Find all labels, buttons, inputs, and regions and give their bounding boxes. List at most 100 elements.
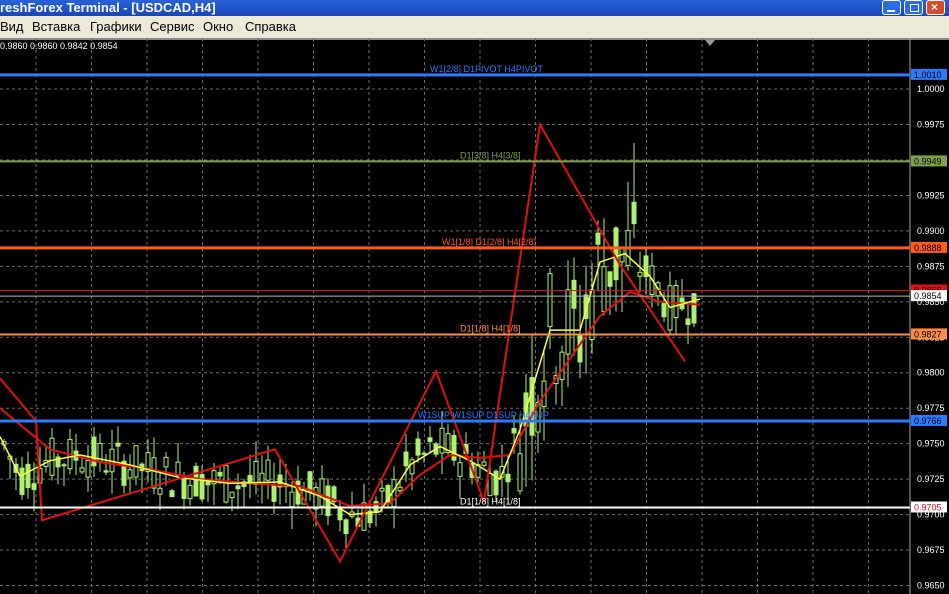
candle-body xyxy=(31,483,37,490)
candle-body xyxy=(157,487,163,495)
candle-body xyxy=(85,460,91,478)
candle-body xyxy=(403,451,409,467)
candle-body xyxy=(19,467,25,495)
candle-body xyxy=(427,437,433,443)
price-tick-label: 0.9925 xyxy=(917,190,945,200)
menu-help[interactable]: Справка xyxy=(245,19,296,34)
candle-body xyxy=(223,465,229,503)
candle-body xyxy=(181,477,187,499)
candle-body xyxy=(271,484,277,502)
price-chart[interactable]: 1.00000.99750.99500.99250.99000.98750.98… xyxy=(0,38,949,594)
menu-view[interactable]: Вид xyxy=(0,19,24,34)
price-tick-label: 0.9650 xyxy=(917,580,945,590)
candle-body xyxy=(343,519,349,535)
candle-body xyxy=(559,351,565,381)
candle-body xyxy=(133,445,139,478)
restore-button[interactable] xyxy=(904,0,923,15)
price-tick-label: 0.9975 xyxy=(917,120,945,130)
level-price-tag-label: 0.9827 xyxy=(914,329,942,339)
minimize-icon xyxy=(887,10,895,12)
candle-body xyxy=(235,485,241,490)
level-label: W1[2/8] D1PIVOT H4PIVOT xyxy=(430,64,543,74)
level-price-tag-label: 0.9705 xyxy=(914,502,942,512)
price-tick-label: 0.9750 xyxy=(917,439,945,449)
level-label: W1[1/8] D1[2/8] H4[2/8] xyxy=(442,237,536,247)
price-tick-label: 0.9800 xyxy=(917,368,945,378)
candle-body xyxy=(313,487,319,510)
price-tick-label: 0.9875 xyxy=(917,261,945,271)
price-tick-label: 0.9725 xyxy=(917,474,945,484)
candle-body xyxy=(457,462,463,477)
level-price-tag-label: 0.9766 xyxy=(914,416,942,426)
candle-body xyxy=(595,232,601,245)
close-icon: × xyxy=(931,0,939,14)
level-price-tag-label: 1.0010 xyxy=(914,70,942,80)
menu-tools[interactable]: Сервис xyxy=(150,19,195,34)
candle-body xyxy=(289,491,295,508)
menu-window[interactable]: Окно xyxy=(203,19,233,34)
window-title: reshForex Terminal - [USDCAD,H4] xyxy=(0,0,216,15)
candle-body xyxy=(193,465,199,497)
candle-body xyxy=(691,293,697,324)
price-tick-label: 0.9775 xyxy=(917,403,945,413)
ohlc-readout: 0.9860 0.9860 0.9842 0.9854 xyxy=(0,41,118,51)
candle-body xyxy=(493,470,499,496)
level-label: D1[3/8] H4[3/8] xyxy=(460,150,521,160)
candle-body xyxy=(409,459,415,475)
candle-body xyxy=(337,508,343,521)
candle-body xyxy=(577,334,583,363)
candle-body xyxy=(127,469,133,479)
candle-body xyxy=(253,460,259,486)
candle-body xyxy=(49,437,55,476)
candle-body xyxy=(661,303,667,318)
candle-body xyxy=(607,271,613,287)
title-bar: reshForex Terminal - [USDCAD,H4] × xyxy=(0,0,949,16)
candle-body xyxy=(517,453,523,492)
candle-body xyxy=(205,481,211,486)
candle-body xyxy=(685,318,691,325)
candle-body xyxy=(25,463,31,489)
candle-body xyxy=(265,459,271,481)
candle-body xyxy=(565,289,571,355)
candle-body xyxy=(79,467,85,473)
minimize-button[interactable] xyxy=(882,0,901,15)
level-price-tag-label: 0.9888 xyxy=(914,243,942,253)
candle-body xyxy=(505,473,511,483)
menu-insert[interactable]: Вставка xyxy=(32,19,80,34)
candle-body xyxy=(163,456,169,468)
candle-body xyxy=(247,474,253,484)
candle-body xyxy=(571,279,577,309)
candle-body xyxy=(151,457,157,489)
candle-body xyxy=(61,464,67,467)
candle-body xyxy=(319,478,325,507)
candle-body xyxy=(217,471,223,477)
menu-charts[interactable]: Графики xyxy=(90,19,142,34)
chart-shift-marker-icon[interactable] xyxy=(705,40,715,46)
candle-body xyxy=(397,486,403,492)
candle-body xyxy=(259,472,265,484)
candle-body xyxy=(589,289,595,340)
level-label: D1[1/8] H4[1/8] xyxy=(460,323,521,333)
price-tick-label: 0.9900 xyxy=(917,226,945,236)
moving-average-yellow xyxy=(0,252,701,516)
candle-body xyxy=(229,491,235,499)
candle-body xyxy=(547,273,553,328)
level-price-tag-label: 0.9949 xyxy=(914,156,942,166)
close-button[interactable]: × xyxy=(926,0,945,15)
candle-body xyxy=(169,490,175,498)
candle-body xyxy=(103,470,109,473)
menu-bar: Вид Вставка Графики Сервис Окно Справка xyxy=(0,16,949,38)
candle-body xyxy=(421,452,427,455)
candle-body xyxy=(481,461,487,466)
candle-body xyxy=(379,487,385,492)
price-tick-label: 1.0000 xyxy=(917,84,945,94)
candle-body xyxy=(511,428,517,434)
candle-body xyxy=(601,266,607,312)
level-label: D1[1/8] H4[1/8] xyxy=(460,496,521,506)
level-label: W1SUP W1SUP D1SUP H4SUP xyxy=(418,410,549,420)
candle-body xyxy=(115,442,121,447)
candle-body xyxy=(187,484,193,500)
moving-average-red xyxy=(0,290,701,508)
price-tick-label: 0.9675 xyxy=(917,545,945,555)
candle-body xyxy=(415,438,421,456)
